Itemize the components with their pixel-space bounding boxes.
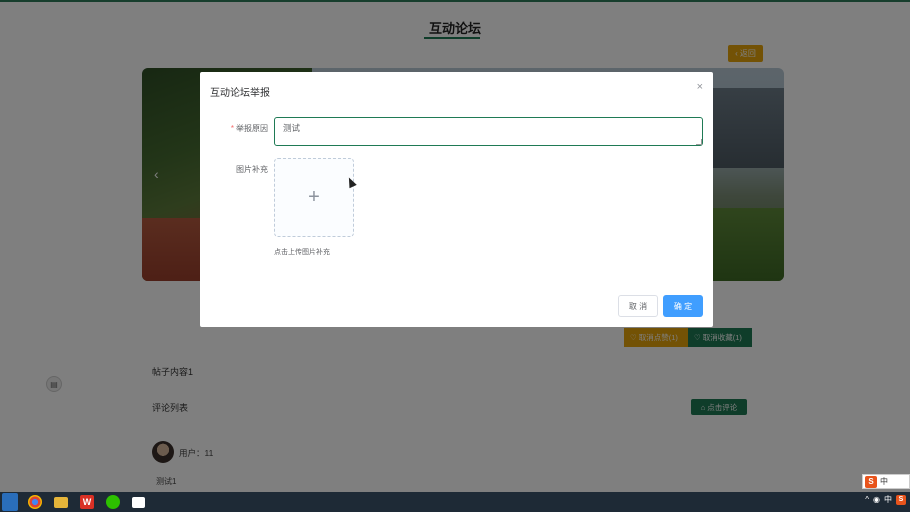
app-icon[interactable] xyxy=(132,496,145,508)
resize-handle-icon[interactable] xyxy=(696,139,702,145)
confirm-button[interactable]: 确 定 xyxy=(663,295,703,317)
report-dialog: 互动论坛举报 × * 举报原因 测试 图片补充 + 点击上传图片补充 取 消 确 … xyxy=(200,72,713,327)
system-tray: ^ ◉ 中 S xyxy=(865,494,906,505)
cancel-button[interactable]: 取 消 xyxy=(618,295,658,317)
start-icon[interactable] xyxy=(2,493,18,511)
tray-ime[interactable]: 中 xyxy=(884,494,892,505)
reason-label-text: 举报原因 xyxy=(236,124,268,133)
wps-icon[interactable]: W xyxy=(80,495,94,509)
ime-mode[interactable]: 中 xyxy=(880,476,888,487)
required-mark: * xyxy=(230,124,234,133)
report-reason-input[interactable]: 测试 xyxy=(274,117,703,146)
chrome-icon[interactable] xyxy=(28,495,42,509)
sogou-icon: S xyxy=(865,475,877,488)
reason-label: * 举报原因 xyxy=(231,123,268,134)
sogou-tray-icon[interactable]: S xyxy=(896,494,906,505)
network-icon[interactable]: ◉ xyxy=(873,495,880,504)
images-label: 图片补充 xyxy=(236,165,268,174)
tray-arrow-icon[interactable]: ^ xyxy=(865,495,869,504)
dialog-title: 互动论坛举报 xyxy=(210,88,270,99)
plus-icon: + xyxy=(308,186,320,208)
upload-hint: 点击上传图片补充 xyxy=(274,249,330,256)
taskbar: W ^ ◉ 中 S xyxy=(0,492,910,512)
image-upload-button[interactable]: + xyxy=(274,158,354,237)
close-icon[interactable]: × xyxy=(697,81,703,93)
wechat-icon[interactable] xyxy=(106,495,120,509)
ime-toolbar[interactable]: S 中 xyxy=(862,474,910,489)
folder-icon[interactable] xyxy=(54,496,68,508)
